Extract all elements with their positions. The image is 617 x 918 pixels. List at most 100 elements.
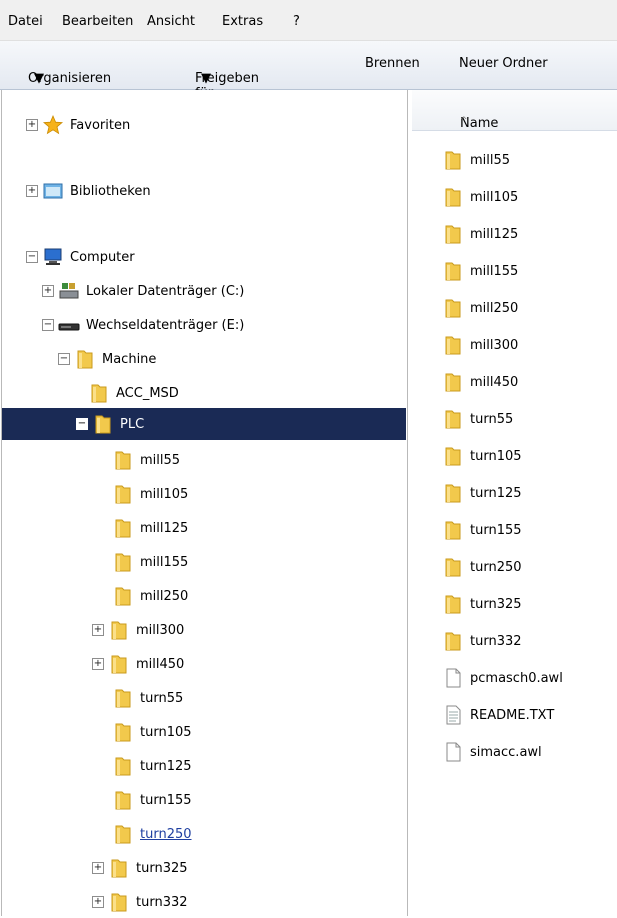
nav-item-mill450[interactable]: + mill450 <box>92 649 184 679</box>
folder-icon <box>112 687 134 709</box>
expand-icon[interactable]: + <box>42 285 54 297</box>
nav-item-turn250[interactable]: turn250 <box>112 819 192 849</box>
folder-icon <box>92 413 114 435</box>
nav-label: turn55 <box>140 690 184 706</box>
list-item-label: turn325 <box>470 596 522 612</box>
list-item-label: turn250 <box>470 559 522 575</box>
list-item[interactable]: turn55 <box>442 404 513 434</box>
nav-item-computer[interactable]: − Computer <box>26 242 135 272</box>
folder-icon <box>108 891 130 913</box>
list-item[interactable]: mill125 <box>442 219 518 249</box>
list-item[interactable]: turn125 <box>442 478 522 508</box>
folder-icon <box>442 223 464 245</box>
nav-item-turn155[interactable]: turn155 <box>112 785 192 815</box>
nav-label: turn125 <box>140 758 192 774</box>
folder-icon <box>108 653 130 675</box>
folder-icon <box>112 721 134 743</box>
list-item[interactable]: mill155 <box>442 256 518 286</box>
expand-icon[interactable]: + <box>92 896 104 908</box>
menu-bearbeiten[interactable]: Bearbeiten <box>62 14 133 29</box>
menu-ansicht[interactable]: Ansicht <box>147 14 195 29</box>
column-header-name[interactable]: Name ^ <box>412 90 617 131</box>
folder-icon <box>442 408 464 430</box>
nav-item-mill155[interactable]: mill155 <box>112 547 188 577</box>
nav-label: mill105 <box>140 486 189 502</box>
list-item-label: pcmasch0.awl <box>470 670 563 686</box>
list-item[interactable]: turn155 <box>442 515 522 545</box>
folder-icon <box>442 149 464 171</box>
list-item[interactable]: mill55 <box>442 145 510 175</box>
list-item-label: turn105 <box>470 448 522 464</box>
list-item[interactable]: mill250 <box>442 293 518 323</box>
collapse-icon[interactable]: − <box>42 319 54 331</box>
list-item-label: mill105 <box>470 189 519 205</box>
list-item-label: mill300 <box>470 337 519 353</box>
list-item-label: mill155 <box>470 263 519 279</box>
list-item[interactable]: turn105 <box>442 441 522 471</box>
menu-help[interactable]: ? <box>293 14 300 29</box>
nav-item-turn125[interactable]: turn125 <box>112 751 192 781</box>
list-item-label: README.TXT <box>470 707 555 723</box>
nav-item-favoriten[interactable]: + Favoriten <box>26 110 130 140</box>
list-item[interactable]: mill105 <box>442 182 518 212</box>
list-item-label: turn332 <box>470 633 522 649</box>
list-item[interactable]: turn250 <box>442 552 522 582</box>
nav-item-turn325[interactable]: + turn325 <box>92 853 188 883</box>
nav-item-machine[interactable]: − Machine <box>58 344 156 374</box>
nav-item-turn105[interactable]: turn105 <box>112 717 192 747</box>
navigation-pane[interactable]: + Favoriten + Bibliotheken − Computer + … <box>1 90 408 916</box>
collapse-icon[interactable]: − <box>26 251 38 263</box>
nav-item-mill105[interactable]: mill105 <box>112 479 188 509</box>
expand-icon[interactable]: + <box>92 862 104 874</box>
nav-item-mill250[interactable]: mill250 <box>112 581 188 611</box>
list-item[interactable]: simacc.awl <box>442 737 542 767</box>
command-bar: Organisieren▼ Freigeben für▼ Brennen Neu… <box>0 41 617 101</box>
file-list[interactable]: Name ^ mill55 mill105 mill125 mill155 mill25… <box>412 90 617 918</box>
folder-icon <box>112 449 134 471</box>
burn-button[interactable]: Brennen <box>365 56 420 71</box>
nav-item-plc[interactable]: − PLC <box>2 408 406 440</box>
folder-icon <box>442 186 464 208</box>
folder-icon <box>112 823 134 845</box>
folder-icon <box>442 556 464 578</box>
nav-item-lokaler-datentraeger[interactable]: + Lokaler Datenträger (C:) <box>42 276 244 306</box>
folder-icon <box>442 334 464 356</box>
list-item[interactable]: turn332 <box>442 626 522 656</box>
folder-icon <box>112 551 134 573</box>
nav-item-wechseldatentraeger[interactable]: − Wechseldatenträger (E:) <box>42 310 244 340</box>
nav-label: mill300 <box>136 622 185 638</box>
nav-item-acc-msd[interactable]: ACC_MSD <box>88 378 179 408</box>
new-folder-button[interactable]: Neuer Ordner <box>459 56 548 71</box>
folder-icon <box>74 348 96 370</box>
nav-label: turn250 <box>140 826 192 842</box>
nav-item-mill125[interactable]: mill125 <box>112 513 188 543</box>
removable-drive-icon <box>58 314 80 336</box>
expand-icon[interactable]: + <box>92 624 104 636</box>
menu-extras[interactable]: Extras <box>222 14 263 29</box>
list-item[interactable]: pcmasch0.awl <box>442 663 563 693</box>
nav-item-bibliotheken[interactable]: + Bibliotheken <box>26 176 151 206</box>
nav-label: turn325 <box>136 860 188 876</box>
folder-icon <box>442 445 464 467</box>
collapse-icon[interactable]: − <box>58 353 70 365</box>
text-file-icon <box>442 704 464 726</box>
library-icon <box>42 180 64 202</box>
expand-icon[interactable]: + <box>26 185 38 197</box>
collapse-icon[interactable]: − <box>76 418 88 430</box>
list-item[interactable]: mill450 <box>442 367 518 397</box>
folder-icon <box>112 517 134 539</box>
nav-item-mill300[interactable]: + mill300 <box>92 615 184 645</box>
list-item[interactable]: README.TXT <box>442 700 554 730</box>
nav-item-mill55[interactable]: mill55 <box>112 445 180 475</box>
menu-datei[interactable]: Datei <box>8 14 43 29</box>
nav-label: Lokaler Datenträger (C:) <box>86 283 245 299</box>
list-item[interactable]: turn325 <box>442 589 522 619</box>
list-item-label: turn55 <box>470 411 514 427</box>
nav-item-turn55[interactable]: turn55 <box>112 683 183 713</box>
expand-icon[interactable]: + <box>26 119 38 131</box>
list-item-label: mill450 <box>470 374 519 390</box>
nav-item-turn332[interactable]: + turn332 <box>92 887 188 917</box>
list-item[interactable]: mill300 <box>442 330 518 360</box>
folder-icon <box>112 755 134 777</box>
expand-icon[interactable]: + <box>92 658 104 670</box>
